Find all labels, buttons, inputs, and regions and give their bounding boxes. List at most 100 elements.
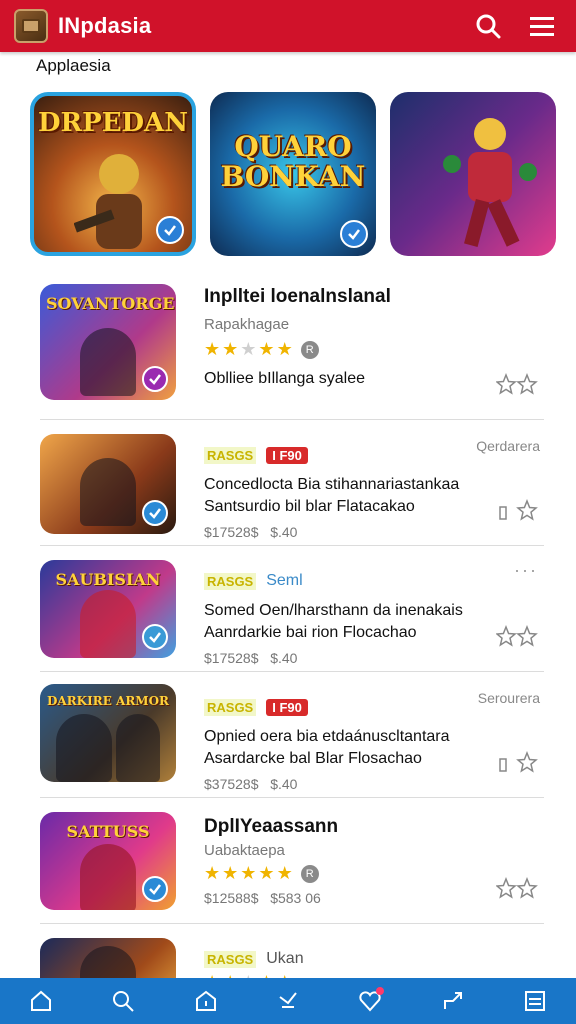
category-tag: RASGS <box>204 572 257 590</box>
app-description: Somed Oen/lharsthann da inenakais Aanrda… <box>204 602 463 641</box>
favorite-button[interactable] <box>496 499 538 523</box>
verified-check-icon <box>340 220 368 248</box>
featured-carousel[interactable]: DRPEDAN QUARO BONKAN <box>30 92 576 260</box>
star-outline-icon <box>499 499 538 521</box>
star-outline-icon <box>496 373 538 395</box>
verified-check-icon <box>142 500 168 526</box>
app-meta: $37528$ $.40 <box>204 776 544 792</box>
app-meta: $17528$ $.40 <box>204 650 544 666</box>
nav-share[interactable] <box>433 981 473 1021</box>
store-icon <box>195 990 216 1011</box>
game-character-art <box>80 458 136 526</box>
tag-row: RASGS Ukan <box>204 948 544 970</box>
bottom-navigation <box>0 978 576 1024</box>
list-item[interactable]: DARKIRE ARMOR RASGS I F90 Opnied oera bi… <box>40 672 544 798</box>
app-thumbnail[interactable]: SAUBISIAN <box>40 560 176 658</box>
app-price: $17528$ <box>204 650 259 666</box>
featured-card[interactable] <box>390 92 556 256</box>
featured-card[interactable]: QUARO BONKAN <box>210 92 376 256</box>
genre-tag: Ukan <box>266 950 304 967</box>
thumbnail-title: SATTUSS <box>66 822 150 841</box>
star-rating: ★ ★ ★ ★ ★ R <box>204 863 544 884</box>
app-description: Oblliee bIllanga syalee <box>204 370 365 387</box>
nav-store[interactable] <box>186 981 226 1021</box>
favorite-button[interactable] <box>496 751 538 775</box>
featured-card[interactable]: DRPEDAN <box>30 92 196 256</box>
app-thumbnail[interactable]: SATTUSS <box>40 812 176 910</box>
nav-search[interactable] <box>103 981 143 1021</box>
game-character-art <box>74 154 142 249</box>
verified-check-icon <box>156 216 184 244</box>
thumbnail-title: SOVANTORGE <box>46 294 175 313</box>
app-subtitle: Uabaktaepa <box>204 842 285 859</box>
game-character-art <box>80 590 136 658</box>
home-icon <box>31 990 52 1011</box>
favorite-button[interactable] <box>496 625 538 649</box>
verified-check-icon <box>142 876 168 902</box>
app-thumbnail[interactable] <box>40 434 176 534</box>
star-outline-icon <box>496 625 538 647</box>
star-outline-icon <box>496 877 538 899</box>
nav-menu[interactable] <box>515 981 555 1021</box>
more-options-button[interactable]: ··· <box>514 560 538 581</box>
app-description: Concedlocta Bia stihannariastankaa Sants… <box>204 476 460 515</box>
favorite-button[interactable] <box>496 373 538 397</box>
app-price: $37528$ <box>204 776 259 792</box>
app-price-secondary: $583 06 <box>270 890 321 906</box>
price-tag: I F90 <box>266 698 308 716</box>
top-app-bar: INpdasia <box>0 0 576 52</box>
verified-check-icon <box>142 624 168 650</box>
app-thumbnail[interactable]: SOVANTORGE <box>40 284 176 400</box>
game-character-art <box>116 714 160 782</box>
app-price-secondary: $.40 <box>270 524 298 540</box>
app-description: Opnied oera bia etdaánuscltantara Asarda… <box>204 728 450 767</box>
nav-home[interactable] <box>21 981 61 1021</box>
app-list: SOVANTORGE Inplltei loenalnslanal Rapakh… <box>40 280 544 1018</box>
nav-games[interactable] <box>268 981 308 1021</box>
app-price: $12588$ <box>204 890 259 906</box>
menu-button[interactable] <box>522 6 562 46</box>
search-button[interactable] <box>468 6 508 46</box>
favorite-button[interactable] <box>496 877 538 901</box>
list-item[interactable]: SATTUSS DplIYeaassann Uabaktaepa ★ ★ ★ ★ ★ R… <box>40 798 544 924</box>
game-character-art <box>56 714 112 782</box>
list-item[interactable]: SOVANTORGE Inplltei loenalnslanal Rapakh… <box>40 280 544 420</box>
app-meta: $17528$ $.40 <box>204 524 544 540</box>
controller-icon <box>279 992 297 1008</box>
price-tag: I F90 <box>266 446 308 464</box>
thumbnail-title: SAUBISIAN <box>55 570 161 589</box>
verified-check-icon <box>142 366 168 392</box>
list-item[interactable]: RASGS I F90 Concedlocta Bia stihannarias… <box>40 420 544 546</box>
genre-tag: Seml <box>266 572 303 589</box>
search-icon <box>476 14 501 39</box>
app-price: $17528$ <box>204 524 259 540</box>
app-thumbnail[interactable]: DARKIRE ARMOR <box>40 684 176 782</box>
star-rating: ★ ★ ★ ★ ★ R <box>204 339 544 360</box>
rating-info-icon: R <box>300 340 319 359</box>
side-label: Serourera <box>477 690 540 706</box>
category-tag: RASGS <box>204 950 257 968</box>
nav-favorites[interactable] <box>350 981 390 1021</box>
game-character-art <box>80 328 136 396</box>
rating-info-icon: R <box>300 864 319 883</box>
share-icon <box>443 992 462 1009</box>
game-character-art <box>443 118 537 247</box>
section-label: Applaesia <box>36 56 111 75</box>
tag-row: RASGS Seml <box>204 570 544 592</box>
app-info: RASGS Seml Somed Oen/lharsthann da inena… <box>204 564 544 666</box>
app-meta: $12588$ $583 06 <box>204 890 544 906</box>
app-price-secondary: $.40 <box>270 776 298 792</box>
featured-title: DRPEDAN <box>37 108 188 138</box>
menu-icon <box>524 991 545 1011</box>
featured-title: QUARO BONKAN <box>220 130 366 193</box>
notification-dot <box>376 987 385 995</box>
app-subtitle: Rapakhagae <box>204 316 290 333</box>
list-item[interactable]: SAUBISIAN RASGS Seml Somed Oen/lharsthan… <box>40 546 544 672</box>
app-info: Inplltei loenalnslanal Rapakhagae ★ ★ ★ ★ ★ … <box>204 286 544 390</box>
side-label: Qerdarera <box>476 438 540 454</box>
app-name: DplIYeaassann <box>204 816 339 837</box>
search-icon <box>113 991 135 1012</box>
game-character-art <box>80 844 136 910</box>
star-outline-icon <box>499 751 538 773</box>
app-logo-icon[interactable] <box>14 9 48 43</box>
